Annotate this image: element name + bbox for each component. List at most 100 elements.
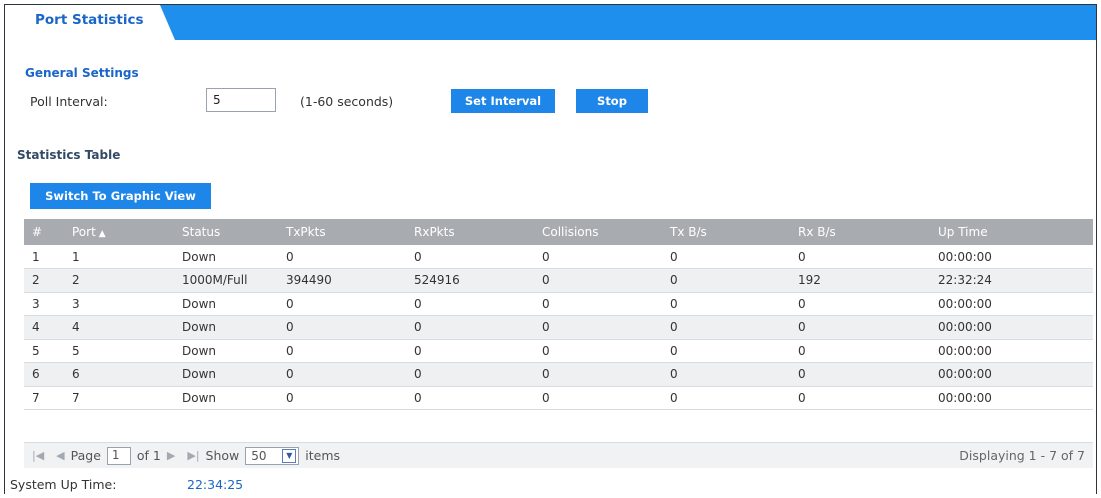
cell-rx-bps: 0 — [790, 339, 930, 363]
items-label: items — [305, 448, 341, 463]
cell-rx-bps: 0 — [790, 292, 930, 316]
col-header-rx-bps[interactable]: Rx B/s — [790, 219, 930, 245]
col-header-collisions[interactable]: Collisions — [534, 219, 662, 245]
set-interval-button[interactable]: Set Interval — [451, 89, 555, 113]
cell-status: Down — [174, 362, 278, 387]
page-size-value: 50 — [251, 448, 267, 463]
cell-uptime: 00:00:00 — [930, 315, 1093, 340]
poll-interval-hint: (1-60 seconds) — [300, 94, 394, 109]
cell-port: 6 — [64, 362, 174, 387]
cell-uptime: 00:00:00 — [930, 245, 1093, 269]
col-header-uptime[interactable]: Up Time — [930, 219, 1093, 245]
cell-tx-bps: 0 — [662, 245, 790, 269]
cell-collisions: 0 — [534, 268, 662, 293]
cell-collisions: 0 — [534, 292, 662, 316]
table-row[interactable]: 6 6 Down 0 0 0 0 0 00:00:00 — [24, 362, 1093, 387]
first-page-icon[interactable]: |◀ — [32, 449, 44, 462]
cell-tx-bps: 0 — [662, 362, 790, 387]
table-row[interactable]: 7 7 Down 0 0 0 0 0 00:00:00 — [24, 386, 1093, 410]
cell-port: 4 — [64, 315, 174, 340]
col-header-port[interactable]: Port ▲ — [64, 219, 174, 245]
cell-collisions: 0 — [534, 362, 662, 387]
cell-status: 1000M/Full — [174, 268, 278, 293]
table-row[interactable]: 1 1 Down 0 0 0 0 0 00:00:00 — [24, 245, 1093, 269]
cell-rxpkts: 0 — [406, 245, 534, 269]
cell-port: 3 — [64, 292, 174, 316]
pagination-bar: |◀ ◀ Page 1 of 1 ▶ ▶| Show 50 ▼ items Di… — [24, 442, 1093, 468]
cell-txpkts: 0 — [278, 362, 406, 387]
table-row[interactable]: 5 5 Down 0 0 0 0 0 00:00:00 — [24, 339, 1093, 363]
cell-uptime: 22:32:24 — [930, 268, 1093, 293]
statistics-table-title: Statistics Table — [17, 148, 121, 162]
cell-uptime: 00:00:00 — [930, 339, 1093, 363]
next-page-icon[interactable]: ▶ — [167, 449, 175, 462]
system-uptime-label: System Up Time: — [10, 477, 117, 492]
col-header-rxpkts[interactable]: RxPkts — [406, 219, 534, 245]
table-row[interactable]: 2 2 1000M/Full 394490 524916 0 0 192 22:… — [24, 268, 1093, 293]
cell-collisions: 0 — [534, 315, 662, 340]
col-header-tx-bps[interactable]: Tx B/s — [662, 219, 790, 245]
cell-uptime: 00:00:00 — [930, 362, 1093, 387]
display-count: Displaying 1 - 7 of 7 — [959, 448, 1085, 463]
col-header-index[interactable]: # — [24, 219, 64, 245]
cell-collisions: 0 — [534, 245, 662, 269]
cell-status: Down — [174, 245, 278, 269]
switch-to-graphic-view-button[interactable]: Switch To Graphic View — [30, 183, 211, 209]
cell-port: 7 — [64, 386, 174, 410]
cell-tx-bps: 0 — [662, 268, 790, 293]
cell-rx-bps: 0 — [790, 362, 930, 387]
cell-rxpkts: 524916 — [406, 268, 534, 293]
cell-tx-bps: 0 — [662, 339, 790, 363]
cell-uptime: 00:00:00 — [930, 386, 1093, 410]
last-page-icon[interactable]: ▶| — [187, 449, 199, 462]
cell-txpkts: 0 — [278, 339, 406, 363]
cell-uptime: 00:00:00 — [930, 292, 1093, 316]
cell-rx-bps: 0 — [790, 315, 930, 340]
cell-status: Down — [174, 315, 278, 340]
sort-ascending-icon: ▲ — [98, 229, 106, 239]
previous-page-icon[interactable]: ◀ — [56, 449, 64, 462]
poll-interval-label: Poll Interval: — [30, 94, 108, 109]
cell-index: 3 — [24, 292, 64, 316]
table-row[interactable]: 4 4 Down 0 0 0 0 0 00:00:00 — [24, 315, 1093, 340]
cell-tx-bps: 0 — [662, 292, 790, 316]
cell-port: 5 — [64, 339, 174, 363]
page-size-select[interactable]: 50 ▼ — [245, 446, 300, 465]
general-settings-title: General Settings — [25, 66, 139, 80]
cell-rx-bps: 0 — [790, 245, 930, 269]
cell-rxpkts: 0 — [406, 386, 534, 410]
cell-index: 2 — [24, 268, 64, 293]
cell-rxpkts: 0 — [406, 292, 534, 316]
col-header-txpkts[interactable]: TxPkts — [278, 219, 406, 245]
show-label: Show — [205, 448, 240, 463]
cell-status: Down — [174, 292, 278, 316]
cell-txpkts: 0 — [278, 386, 406, 410]
cell-collisions: 0 — [534, 386, 662, 410]
cell-rx-bps: 0 — [790, 386, 930, 410]
poll-interval-input[interactable] — [206, 88, 276, 112]
cell-rxpkts: 0 — [406, 339, 534, 363]
page-number-input[interactable]: 1 — [106, 446, 131, 465]
cell-index: 5 — [24, 339, 64, 363]
cell-port: 2 — [64, 268, 174, 293]
cell-txpkts: 394490 — [278, 268, 406, 293]
cell-index: 4 — [24, 315, 64, 340]
cell-rx-bps: 192 — [790, 268, 930, 293]
cell-collisions: 0 — [534, 339, 662, 363]
stop-button[interactable]: Stop — [576, 89, 648, 113]
table-header-row: # Port ▲ Status TxPkts RxPkts Collisions … — [24, 219, 1093, 245]
col-header-status[interactable]: Status — [174, 219, 278, 245]
cell-rxpkts: 0 — [406, 362, 534, 387]
cell-status: Down — [174, 386, 278, 410]
cell-txpkts: 0 — [278, 292, 406, 316]
chevron-down-icon[interactable]: ▼ — [282, 448, 297, 463]
cell-txpkts: 0 — [278, 315, 406, 340]
cell-rxpkts: 0 — [406, 315, 534, 340]
cell-index: 7 — [24, 386, 64, 410]
cell-index: 1 — [24, 245, 64, 269]
cell-tx-bps: 0 — [662, 386, 790, 410]
cell-tx-bps: 0 — [662, 315, 790, 340]
tab-port-statistics-label: Port Statistics — [35, 12, 144, 28]
table-row[interactable]: 3 3 Down 0 0 0 0 0 00:00:00 — [24, 292, 1093, 316]
cell-index: 6 — [24, 362, 64, 387]
